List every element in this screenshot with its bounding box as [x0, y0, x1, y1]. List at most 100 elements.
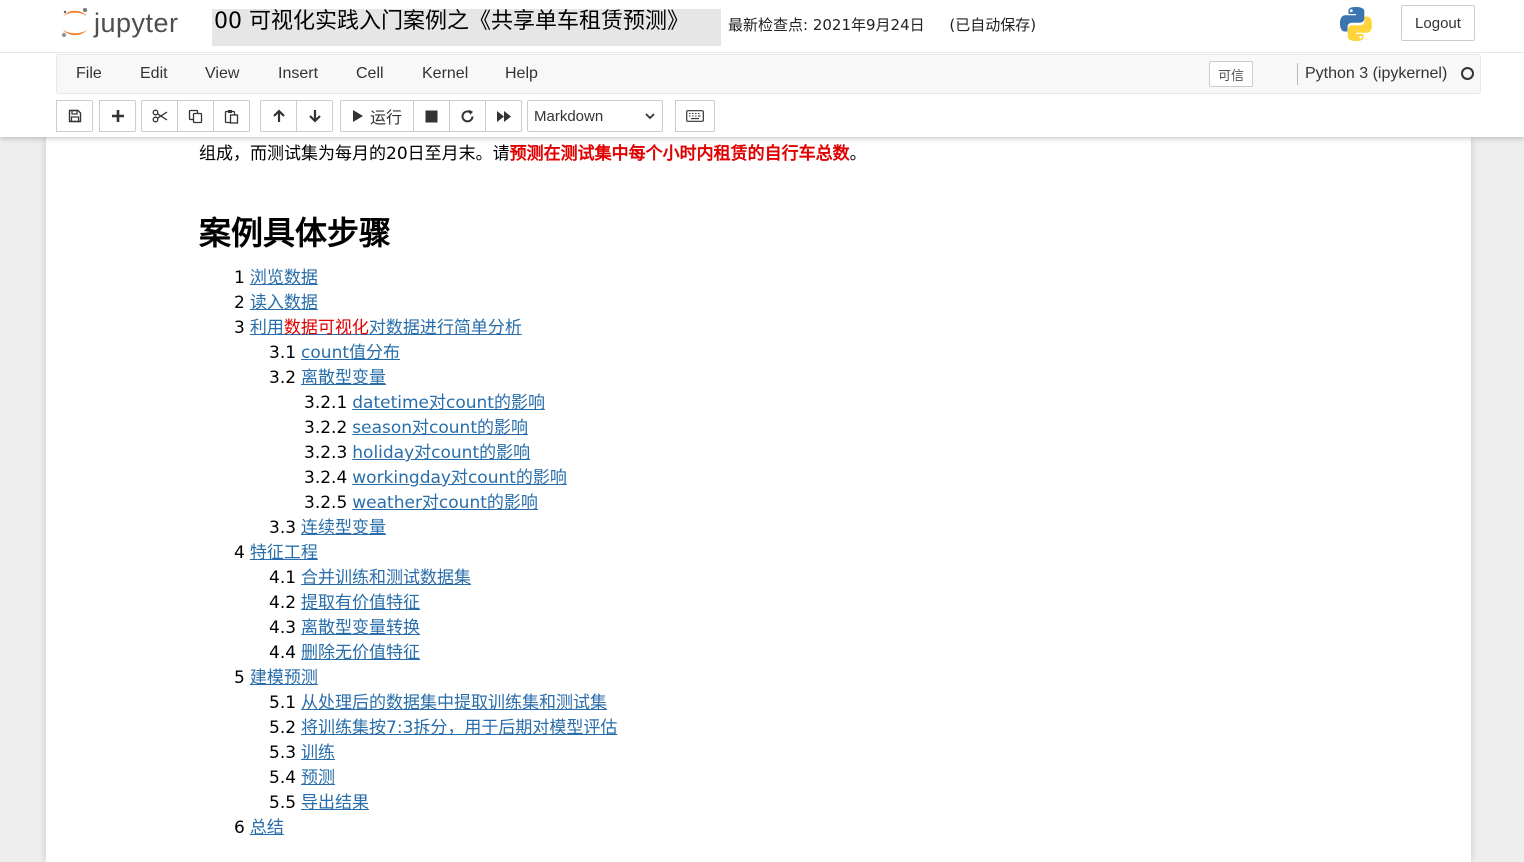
toc-number: 4 — [234, 543, 245, 563]
save-icon — [68, 109, 81, 123]
toc-number: 5 — [234, 668, 245, 688]
toc-number: 4.1 — [269, 568, 297, 588]
toc-item: 4.1 合并训练和测试数据集 — [269, 567, 471, 592]
move-down-button[interactable] — [296, 100, 333, 132]
toc-item: 5.4 预测 — [269, 767, 335, 792]
trusted-indicator[interactable]: 可信 — [1209, 61, 1253, 87]
toc-item: 2 读入数据 — [234, 292, 318, 317]
kernel-idle-icon — [1461, 67, 1474, 80]
copy-icon — [188, 109, 203, 123]
kernel-separator — [1297, 63, 1298, 85]
cell-type-select[interactable]: Markdown — [527, 100, 663, 132]
toc-link[interactable]: 提取有价值特征 — [301, 593, 420, 613]
copy-button[interactable] — [177, 100, 214, 132]
toc-number: 3.2.5 — [304, 493, 348, 513]
restart-run-all-button[interactable] — [485, 100, 522, 132]
notebook-container: 组成，而测试集为每月的20日至月末。请预测在测试集中每个小时内租赁的自行车总数。… — [46, 137, 1471, 862]
toc-link[interactable]: workingday对count的影响 — [352, 468, 567, 488]
toc-number: 3.2.4 — [304, 468, 348, 488]
restart-button[interactable] — [449, 100, 486, 132]
interrupt-button[interactable] — [413, 100, 450, 132]
toc-item: 5.3 训练 — [269, 742, 335, 767]
chevron-down-icon — [645, 113, 655, 120]
cut-button[interactable] — [141, 100, 178, 132]
checkpoint-status: 最新检查点: 2021年9月24日 (已自动保存) — [728, 14, 1036, 35]
python-logo-icon — [1337, 5, 1375, 43]
toc-item: 3.2 离散型变量 — [269, 367, 386, 392]
toc-number: 3.2 — [269, 368, 297, 388]
toc-number: 5.2 — [269, 718, 297, 738]
toc-item: 5 建模预测 — [234, 667, 318, 692]
toc-link[interactable]: count值分布 — [301, 343, 400, 363]
toc-link-prefix: 利用 — [249, 318, 284, 338]
toc-link[interactable]: 连续型变量 — [301, 518, 386, 538]
toc-number: 3.2.2 — [304, 418, 348, 438]
menu-help[interactable]: Help — [505, 55, 538, 93]
toc-number: 3 — [234, 318, 245, 338]
toc-link[interactable]: weather对count的影响 — [352, 493, 538, 513]
paste-icon — [224, 109, 239, 124]
kernel-name[interactable]: Python 3 (ipykernel) — [1305, 55, 1447, 93]
toc-link[interactable]: 导出结果 — [301, 793, 369, 813]
arrow-down-icon — [308, 110, 321, 123]
toc-link[interactable]: 建模预测 — [250, 668, 318, 688]
toc-link[interactable]: datetime对count的影响 — [352, 393, 545, 413]
toc-link-suffix: 对数据进行简单分析 — [368, 318, 522, 338]
toc-item: 1 浏览数据 — [234, 267, 318, 292]
run-group: 运行 — [340, 100, 522, 132]
move-up-button[interactable] — [260, 100, 297, 132]
toc-number: 5.4 — [269, 768, 297, 788]
toc-link[interactable]: 读入数据 — [250, 293, 318, 313]
fast-forward-icon — [496, 110, 511, 122]
insert-cell-button[interactable] — [99, 100, 136, 132]
logout-button[interactable]: Logout — [1401, 5, 1475, 41]
toc-item: 4.4 删除无价值特征 — [269, 642, 420, 667]
arrow-up-icon — [272, 109, 285, 122]
toc-number: 2 — [234, 293, 245, 313]
toc-item: 5.2 将训练集按7:3拆分，用于后期对模型评估 — [269, 717, 617, 742]
toc-link[interactable]: season对count的影响 — [352, 418, 528, 438]
intro-prefix: 组成，而测试集为每月的20日至月末。请 — [199, 144, 510, 164]
save-button[interactable] — [56, 100, 93, 132]
run-label: 运行 — [369, 110, 402, 127]
toc-number: 6 — [234, 818, 245, 838]
toc-link[interactable]: 浏览数据 — [250, 268, 318, 288]
toc-item: 3 利用数据可视化对数据进行简单分析 — [234, 317, 522, 342]
toc-item: 3.2.5 weather对count的影响 — [304, 492, 538, 517]
toc-link[interactable]: 训练 — [301, 743, 335, 763]
menu-insert[interactable]: Insert — [278, 55, 318, 93]
toc-link[interactable]: 合并训练和测试数据集 — [301, 568, 471, 588]
toc-link[interactable]: 离散型变量转换 — [301, 618, 420, 638]
paste-button[interactable] — [213, 100, 250, 132]
toc-link[interactable]: 删除无价值特征 — [301, 643, 420, 663]
menu-view[interactable]: View — [205, 55, 239, 93]
toc-item: 3.1 count值分布 — [269, 342, 400, 367]
toc-number: 4.2 — [269, 593, 297, 613]
scissors-icon — [152, 109, 167, 123]
command-palette-button[interactable] — [675, 100, 715, 132]
insert-group — [99, 100, 136, 132]
toc-number: 4.4 — [269, 643, 297, 663]
toc-link[interactable]: holiday对count的影响 — [352, 443, 530, 463]
keyboard-group — [675, 100, 715, 132]
toc-item: 3.2.3 holiday对count的影响 — [304, 442, 530, 467]
menu-cell[interactable]: Cell — [356, 55, 384, 93]
run-button[interactable]: 运行 — [340, 100, 414, 132]
toc-link[interactable]: 离散型变量 — [301, 368, 386, 388]
toc-item: 4.2 提取有价值特征 — [269, 592, 420, 617]
toc-link[interactable]: 利用数据可视化对数据进行简单分析 — [250, 318, 522, 338]
cell-type-value: Markdown — [534, 107, 604, 125]
toc-number: 3.2.3 — [304, 443, 348, 463]
menu-edit[interactable]: Edit — [140, 55, 168, 93]
jupyter-logo[interactable]: jupyter — [60, 4, 179, 42]
plus-icon — [111, 110, 124, 122]
toc-link[interactable]: 特征工程 — [250, 543, 318, 563]
toc-link[interactable]: 预测 — [301, 768, 335, 788]
menu-file[interactable]: File — [76, 55, 102, 93]
notebook-title[interactable]: 00 可视化实践入门案例之《共享单车租赁预测》 — [212, 9, 721, 46]
menu-kernel[interactable]: Kernel — [422, 55, 468, 93]
last-checkpoint: 最新检查点: 2021年9月24日 — [728, 16, 925, 34]
toc-link[interactable]: 从处理后的数据集中提取训练集和测试集 — [301, 693, 607, 713]
toc-link[interactable]: 将训练集按7:3拆分，用于后期对模型评估 — [301, 718, 617, 738]
toc-link[interactable]: 总结 — [250, 818, 284, 838]
